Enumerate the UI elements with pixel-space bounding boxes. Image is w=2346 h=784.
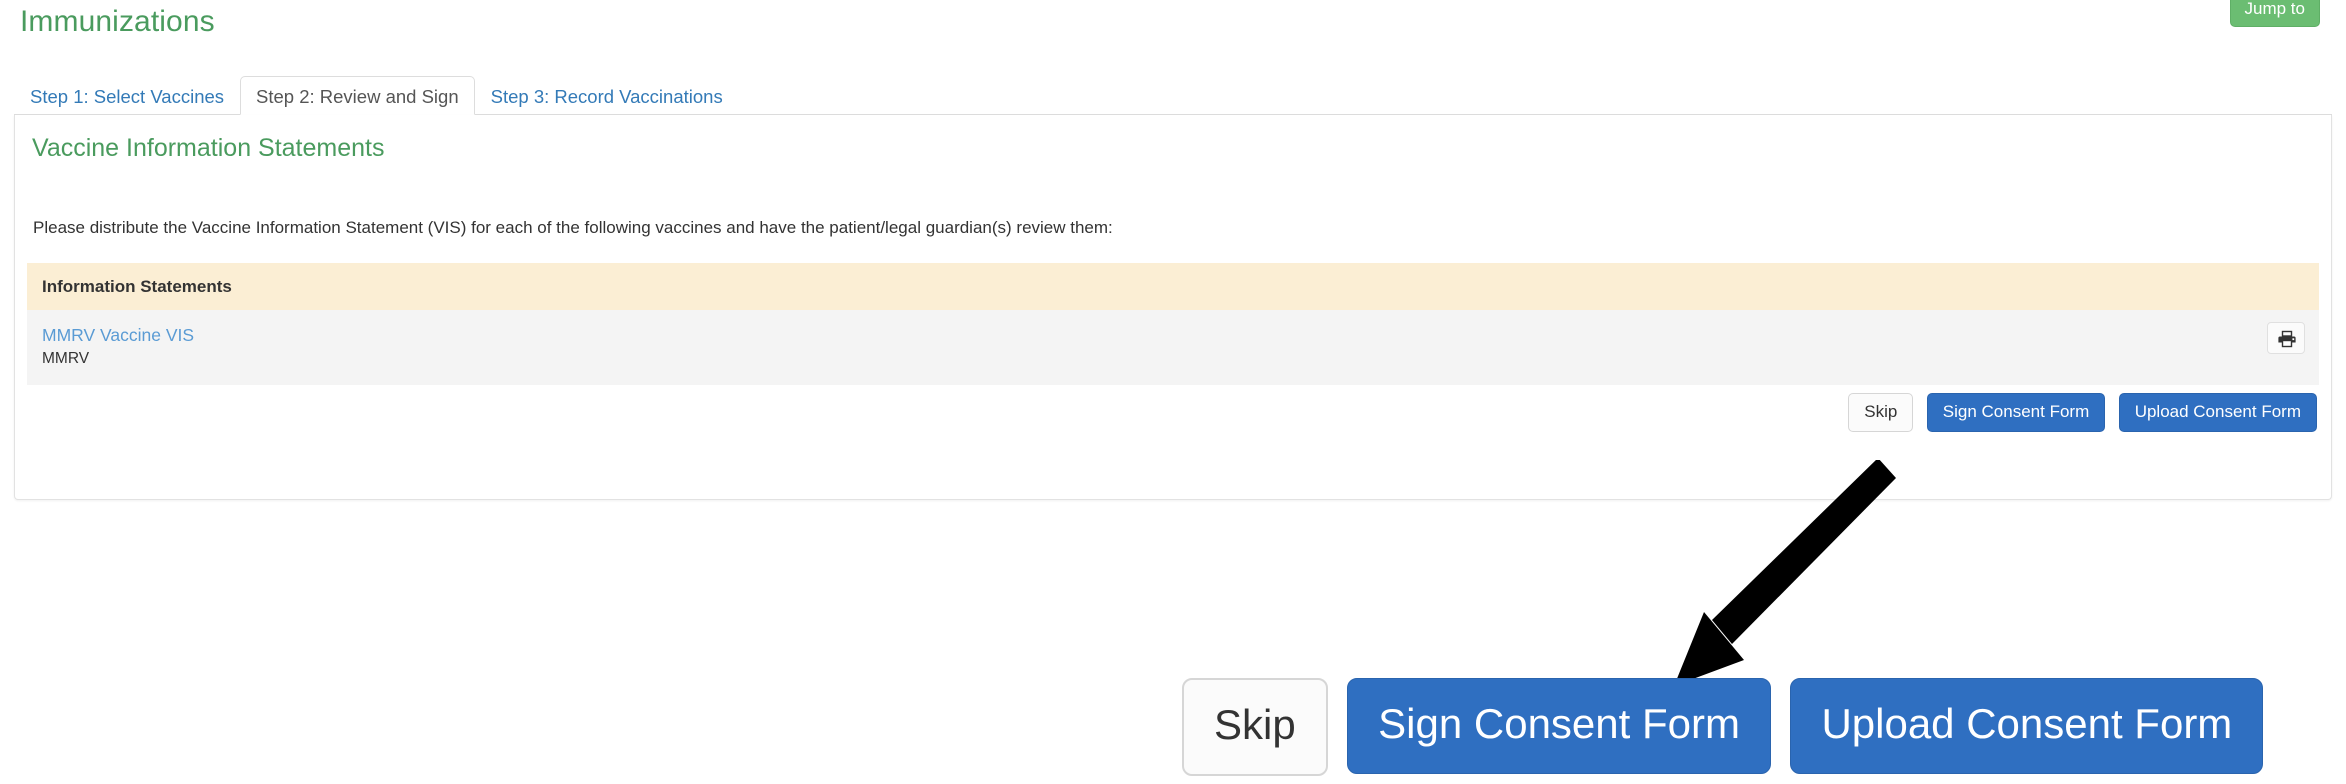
vaccine-information-statements-panel: Vaccine Information Statements Please di… xyxy=(14,115,2332,500)
jump-to-button[interactable]: Jump to xyxy=(2229,0,2320,27)
upload-consent-form-button-inline[interactable]: Upload Consent Form xyxy=(2118,393,2317,432)
vis-link-mmrv[interactable]: MMRV Vaccine VIS xyxy=(42,324,1173,346)
wizard-tabs: Step 1: Select Vaccines Step 2: Review a… xyxy=(14,76,2332,115)
skip-button-callout[interactable]: Skip xyxy=(1182,678,1328,776)
print-button[interactable] xyxy=(2267,322,2305,354)
row-action-cell xyxy=(1173,310,2319,385)
tab-step-3-record-vaccinations[interactable]: Step 3: Record Vaccinations xyxy=(475,76,739,115)
sign-consent-form-button-callout[interactable]: Sign Consent Form xyxy=(1347,678,1771,774)
table-header: Information Statements xyxy=(27,263,2319,310)
column-header-information-statements: Information Statements xyxy=(27,263,2319,310)
inline-action-buttons: Skip Sign Consent Form Upload Consent Fo… xyxy=(1839,393,2317,432)
panel-heading: Vaccine Information Statements xyxy=(32,134,385,162)
tab-step-2-review-and-sign[interactable]: Step 2: Review and Sign xyxy=(240,76,475,115)
tab-step-1-select-vaccines[interactable]: Step 1: Select Vaccines xyxy=(14,76,240,115)
sign-consent-form-button-inline[interactable]: Sign Consent Form xyxy=(1926,393,2106,432)
table-body: MMRV Vaccine VIS MMRV xyxy=(27,310,2319,385)
information-statements-table: Information Statements MMRV Vaccine VIS … xyxy=(27,263,2319,385)
panel-instructions: Please distribute the Vaccine Informatio… xyxy=(33,218,1113,237)
page-title: Immunizations xyxy=(20,5,215,38)
skip-button-inline[interactable]: Skip xyxy=(1848,393,1914,432)
vis-subtext-mmrv: MMRV xyxy=(42,350,90,367)
page-header: Immunizations Jump to xyxy=(0,0,2346,54)
upload-consent-form-button-callout[interactable]: Upload Consent Form xyxy=(1790,678,2264,774)
callout-action-buttons: Skip Sign Consent Form Upload Consent Fo… xyxy=(1182,678,2278,776)
table-row: MMRV Vaccine VIS MMRV xyxy=(27,310,2319,385)
table-header-row: Information Statements xyxy=(27,263,2319,310)
statement-cell: MMRV Vaccine VIS MMRV xyxy=(27,310,1173,385)
